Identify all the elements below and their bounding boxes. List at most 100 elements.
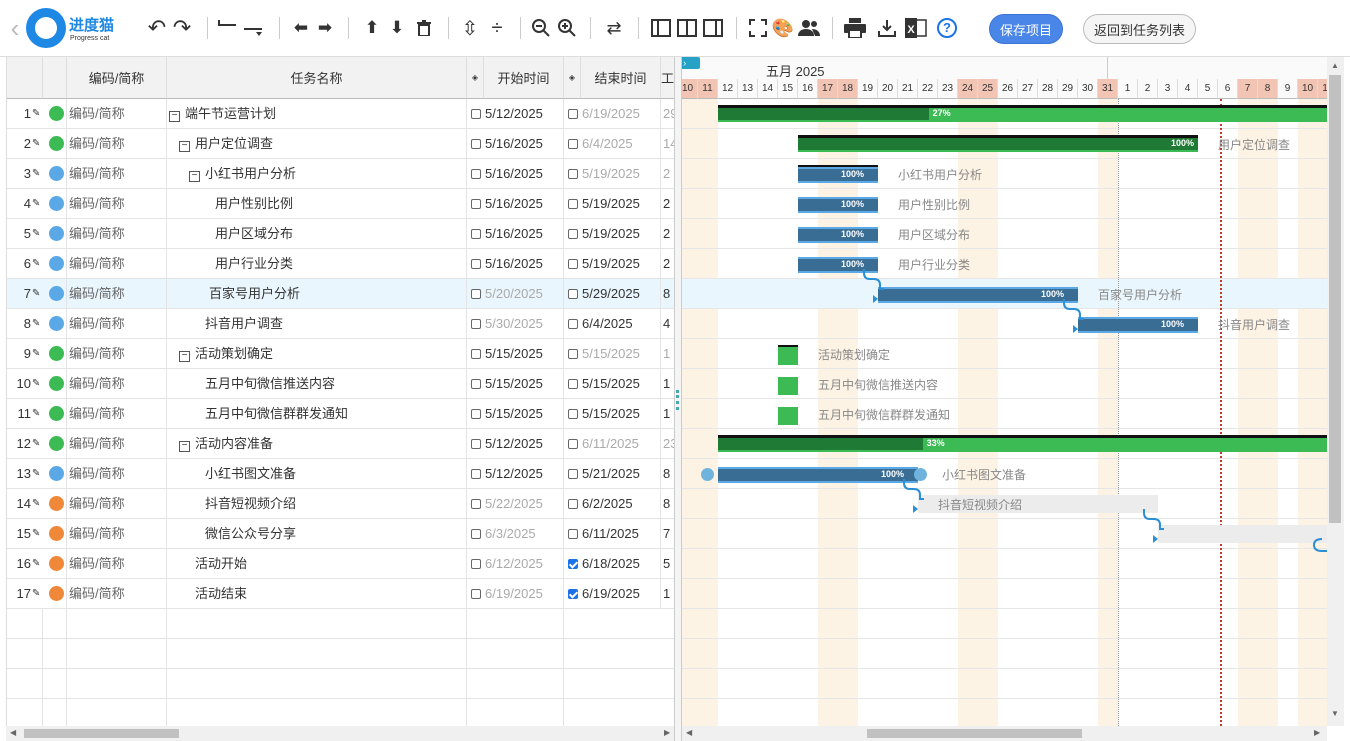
outdent-icon[interactable]	[217, 16, 239, 40]
code-cell[interactable]: 编码/简称	[67, 339, 167, 369]
end-cell[interactable]: 5/29/2025	[564, 279, 661, 309]
vertical-scroll-thumb[interactable]	[1329, 75, 1341, 523]
start-cell[interactable]: 6/19/2025	[467, 579, 564, 609]
layout-both-icon[interactable]	[676, 16, 698, 40]
task-bar[interactable]: 100%	[798, 257, 878, 273]
name-cell[interactable]: 用户性别比例	[167, 189, 467, 219]
table-row[interactable]: 1✎ 编码/简称−端午节运营计划 5/12/2025 6/19/2025 29	[7, 99, 674, 129]
timeline-scroll-handle[interactable]: ‹ ● ›	[682, 57, 700, 69]
edit-pencil-icon[interactable]: ✎	[32, 339, 43, 369]
summary-bar[interactable]: 27%	[718, 105, 1327, 122]
duration-cell[interactable]: 2	[661, 219, 674, 249]
start-cell[interactable]: 5/20/2025	[467, 279, 564, 309]
edit-pencil-icon[interactable]: ✎	[32, 429, 43, 459]
grid-horizontal-scroll-thumb[interactable]	[24, 729, 179, 738]
name-cell[interactable]: 小红书图文准备	[167, 459, 467, 489]
name-cell[interactable]: − 活动内容准备	[167, 429, 467, 459]
end-checkbox[interactable]	[568, 379, 578, 389]
start-cell[interactable]: 5/16/2025	[467, 159, 564, 189]
edit-pencil-icon[interactable]: ✎	[32, 249, 43, 279]
arrow-down-icon[interactable]: ⬇	[387, 16, 407, 40]
edit-pencil-icon[interactable]: ✎	[32, 99, 43, 129]
collapse-left-icon[interactable]: ‹	[6, 13, 24, 43]
start-checkbox[interactable]	[471, 139, 481, 149]
duration-cell[interactable]: 14	[661, 129, 674, 159]
start-cell[interactable]: 5/12/2025	[467, 459, 564, 489]
palette-icon[interactable]: 🎨	[772, 16, 794, 40]
duration-cell[interactable]: 1	[661, 339, 674, 369]
start-cell[interactable]: 5/16/2025	[467, 249, 564, 279]
start-cell[interactable]: 5/16/2025	[467, 129, 564, 159]
name-cell[interactable]: 用户区域分布	[167, 219, 467, 249]
collapse-toggle-icon[interactable]: −	[189, 171, 200, 182]
start-checkbox[interactable]	[471, 559, 481, 569]
end-cell[interactable]: 6/4/2025	[564, 309, 661, 339]
trash-icon[interactable]	[413, 16, 435, 40]
table-row[interactable]: 12✎编码/简称−活动内容准备5/12/20256/11/202523	[7, 429, 674, 459]
start-checkbox[interactable]	[471, 289, 481, 299]
expand-rows-icon[interactable]: ⇳	[458, 16, 482, 40]
table-row[interactable]: 2✎编码/简称−用户定位调查5/16/20256/4/202514	[7, 129, 674, 159]
start-checkbox[interactable]	[471, 199, 481, 209]
table-row[interactable]: 15 ✎ 编码/简称 微信公众号分享 6/3/2025 6/11/2025 7	[7, 519, 674, 549]
name-cell[interactable]: − 活动策划确定	[167, 339, 467, 369]
table-row[interactable]: 9 ✎ 编码/简称 − 活动策划确定 5/15/2025 5/15/2025 1	[7, 339, 674, 369]
name-cell[interactable]: 微信公众号分享	[167, 519, 467, 549]
name-cell[interactable]: − 用户定位调查	[167, 129, 467, 159]
code-cell[interactable]: 编码/简称	[67, 309, 167, 339]
table-row[interactable]: 6 ✎ 编码/简称 用户行业分类 5/16/2025 5/19/2025 2	[7, 249, 674, 279]
code-cell[interactable]: 编码/简称	[67, 159, 167, 189]
code-cell[interactable]: 编码/简称	[67, 279, 167, 309]
end-checkbox[interactable]	[568, 349, 578, 359]
edit-pencil-icon[interactable]: ✎	[32, 369, 43, 399]
layout-left-icon[interactable]	[650, 16, 672, 40]
start-cell[interactable]: 5/22/2025	[467, 489, 564, 519]
name-cell[interactable]: 活动结束	[167, 579, 467, 609]
end-checkbox[interactable]	[568, 229, 578, 239]
undo-icon[interactable]: ↶	[145, 15, 169, 40]
start-cell[interactable]: 6/3/2025	[467, 519, 564, 549]
table-row[interactable]: 14 ✎ 编码/简称 抖音短视频介绍 5/22/2025 6/2/2025 8	[7, 489, 674, 519]
start-checkbox[interactable]	[471, 469, 481, 479]
edit-pencil-icon[interactable]: ✎	[32, 189, 43, 219]
task-bar[interactable]: 100%	[1078, 317, 1198, 333]
name-cell[interactable]: 抖音短视频介绍	[167, 489, 467, 519]
start-checkbox[interactable]	[471, 349, 481, 359]
edit-pencil-icon[interactable]: ✎	[32, 129, 43, 159]
end-checkbox[interactable]	[568, 169, 578, 179]
code-cell[interactable]: 编码/简称	[67, 189, 167, 219]
end-cell[interactable]: 6/19/2025	[564, 579, 661, 609]
end-cell[interactable]: 5/21/2025	[564, 459, 661, 489]
start-cell[interactable]: 6/12/2025	[467, 549, 564, 579]
duration-cell[interactable]: 8	[661, 279, 674, 309]
start-checkbox[interactable]	[471, 409, 481, 419]
vertical-scrollbar[interactable]: ▲ ▼	[1327, 57, 1344, 726]
shuffle-icon[interactable]: ⇄	[602, 16, 626, 40]
duration-cell[interactable]: 8	[661, 459, 674, 489]
end-cell[interactable]: 6/11/2025	[564, 429, 661, 459]
code-cell[interactable]: 编码/简称	[67, 519, 167, 549]
start-checkbox[interactable]	[471, 259, 481, 269]
gantt-horizontal-scrollbar[interactable]: ◀ ▶	[682, 726, 1327, 741]
scroll-left-arrow-icon[interactable]: ◀	[686, 728, 692, 737]
end-checkbox[interactable]	[568, 529, 578, 539]
start-checkbox[interactable]	[471, 529, 481, 539]
summary-bar[interactable]: 33%	[718, 435, 1327, 452]
end-cell[interactable]: 6/4/2025	[564, 129, 661, 159]
table-row[interactable]: 10 ✎ 编码/简称 五月中旬微信推送内容 5/15/2025 5/15/2025 1	[7, 369, 674, 399]
redo-icon[interactable]: ↷	[170, 15, 194, 40]
edit-pencil-icon[interactable]: ✎	[32, 279, 43, 309]
name-cell[interactable]: 五月中旬微信群群发通知	[167, 399, 467, 429]
grid-header-start[interactable]: 开始时间	[484, 57, 564, 99]
task-bar[interactable]: 100%	[718, 467, 918, 483]
name-cell[interactable]: 活动开始	[167, 549, 467, 579]
edit-pencil-icon[interactable]: ✎	[32, 519, 43, 549]
start-cell[interactable]: 5/12/2025	[467, 429, 564, 459]
table-row[interactable]: 16 ✎ 编码/简称 活动开始 6/12/2025 6/18/2025 5	[7, 549, 674, 579]
collapse-toggle-icon[interactable]: −	[179, 141, 190, 152]
end-checkbox[interactable]	[568, 259, 578, 269]
scroll-up-arrow-icon[interactable]: ▲	[1331, 61, 1339, 70]
empty-task-bar[interactable]	[1158, 525, 1327, 543]
start-cell[interactable]: 5/15/2025	[467, 339, 564, 369]
panel-splitter[interactable]	[674, 57, 682, 741]
